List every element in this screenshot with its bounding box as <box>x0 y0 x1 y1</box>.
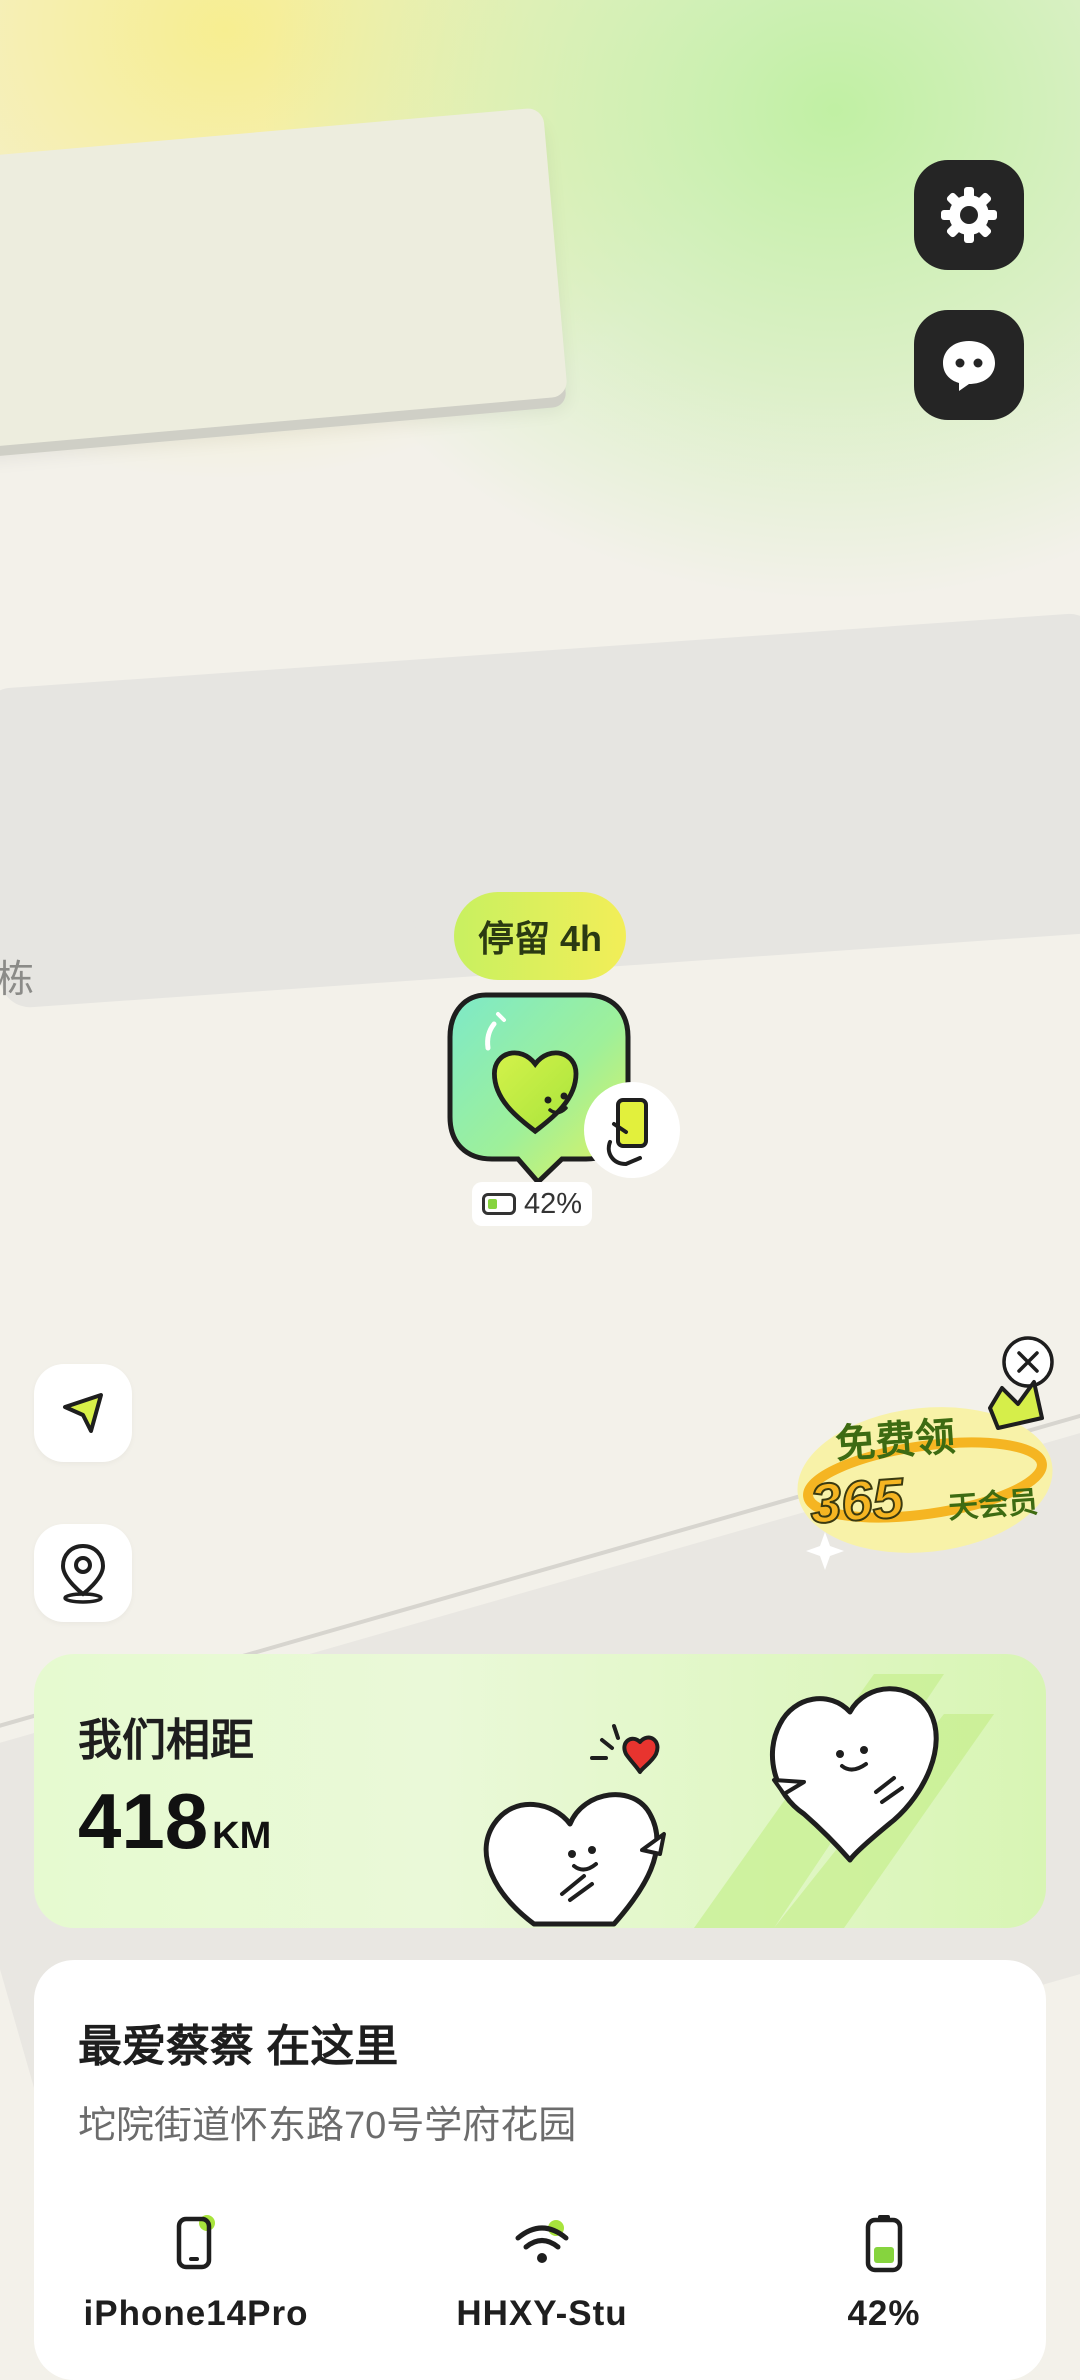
settings-button[interactable] <box>914 160 1024 270</box>
distance-unit: KM <box>212 1815 272 1857</box>
couple-hearts-illustration <box>483 1674 994 1928</box>
location-pin-icon <box>60 1543 106 1604</box>
location-address: 坨院街道怀东路70号学府花园 <box>78 2105 577 2147</box>
distance-title: 我们相距 <box>78 1716 254 1765</box>
battery-level: 42% <box>847 2294 921 2333</box>
location-title: 最爱蔡蔡 在这里 <box>78 2022 399 2071</box>
distance-readout: 418 KM <box>78 1782 271 1860</box>
battery-info: 42% <box>754 2208 1014 2334</box>
location-card[interactable]: 最爱蔡蔡 在这里 坨院街道怀东路70号学府花园 iPhone14Pro HHXY… <box>34 1960 1046 2380</box>
device-name: iPhone14Pro <box>83 2294 309 2333</box>
locate-me-button[interactable] <box>34 1364 132 1462</box>
gear-icon <box>941 187 997 243</box>
location-pin-button[interactable] <box>34 1524 132 1622</box>
message-button[interactable] <box>914 310 1024 420</box>
free-membership-promo[interactable]: 免费领 365 天会员 <box>790 1370 1070 1570</box>
marker-battery-chip: 42% <box>472 1182 593 1226</box>
distance-card[interactable]: 我们相距 418 KM <box>34 1654 1046 1928</box>
wifi-icon <box>515 2220 569 2263</box>
battery-icon <box>482 1193 516 1215</box>
map-street-label: 栋 <box>0 959 35 1001</box>
device-info: iPhone14Pro <box>66 2208 326 2334</box>
wifi-info: HHXY-Stu <box>412 2208 672 2334</box>
stay-duration-bubble: 停留 4h <box>454 892 627 980</box>
promo-number: 365 <box>807 1465 907 1536</box>
phone-icon <box>176 2215 215 2270</box>
marker-battery-text: 42% <box>524 1187 583 1220</box>
partner-avatar-marker[interactable] <box>446 992 682 1192</box>
chat-bubble-icon <box>943 341 995 391</box>
promo-line2: 天会员 <box>947 1485 1040 1526</box>
navigation-arrow-icon <box>63 1393 103 1433</box>
wifi-name: HHXY-Stu <box>456 2294 628 2333</box>
battery-icon <box>865 2215 903 2273</box>
hand-holding-phone-icon <box>584 1082 680 1178</box>
map-building-block <box>0 107 568 449</box>
distance-value: 418 <box>78 1777 209 1865</box>
